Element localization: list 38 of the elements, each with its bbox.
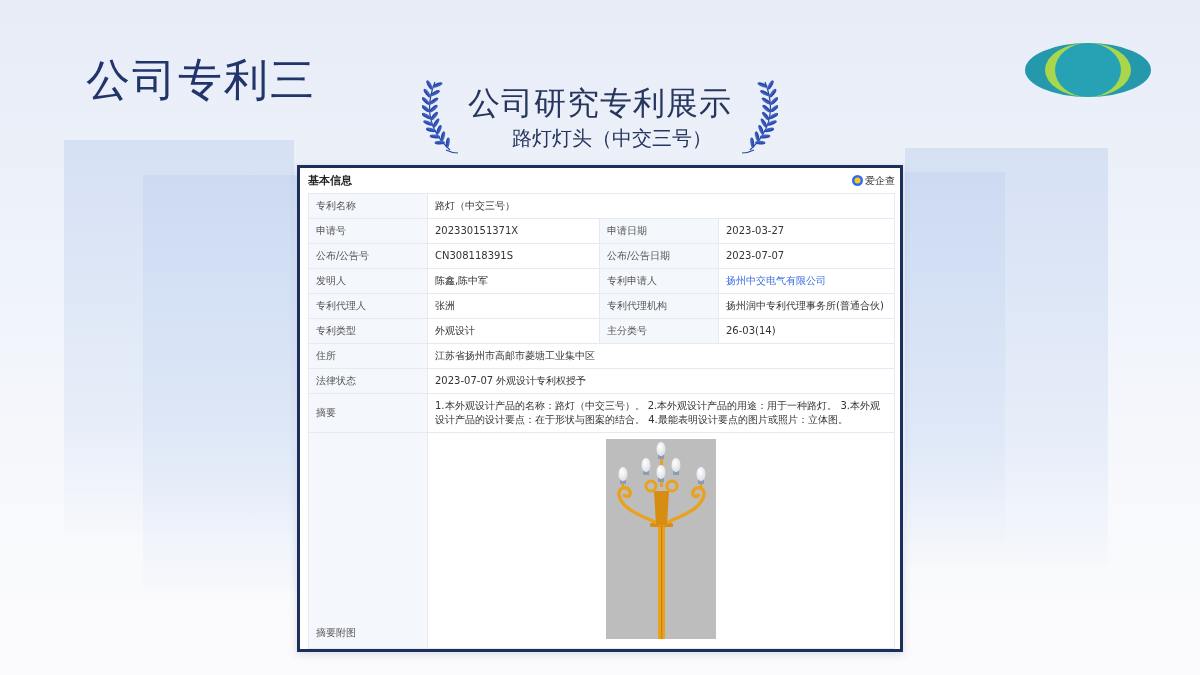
laurel-icon (422, 80, 458, 156)
field-label: 公布/公告日期 (600, 244, 719, 269)
field-label: 公布/公告号 (309, 244, 428, 269)
field-value: 202330151371X (428, 219, 600, 244)
field-label: 发明人 (309, 269, 428, 294)
field-label: 专利代理机构 (600, 294, 719, 319)
field-value: 1.本外观设计产品的名称：路灯（中交三号）。 2.本外观设计产品的用途：用于一种路灯。 3.本外观设计产品的设计要点：在于形状与图案的结合。 4.最能表明设计要点的图片或照片：立体图。 (428, 394, 895, 433)
field-value: 外观设计 (428, 319, 600, 344)
logo-icon (1024, 42, 1152, 98)
field-label: 摘要 (309, 394, 428, 433)
field-label: 专利名称 (309, 194, 428, 219)
banner-title: 公司研究专利展示 (468, 84, 732, 122)
field-label: 申请号 (309, 219, 428, 244)
field-value: 2023-03-27 (719, 219, 895, 244)
field-value: 陈鑫,陈中军 (428, 269, 600, 294)
brand-logo-icon (852, 175, 863, 186)
field-label: 主分类号 (600, 319, 719, 344)
slide-title: 公司专利三 (86, 54, 316, 106)
field-label: 申请日期 (600, 219, 719, 244)
field-label: 专利代理人 (309, 294, 428, 319)
field-label: 住所 (309, 344, 428, 369)
field-value: CN308118391S (428, 244, 600, 269)
field-value: 2023-07-07 外观设计专利权授予 (428, 369, 895, 394)
field-value: 2023-07-07 (719, 244, 895, 269)
field-value: 路灯（中交三号） (428, 194, 895, 219)
banner-subtitle: 路灯灯头（中交三号） (511, 125, 712, 152)
field-value: 扬州润中专利代理事务所(普通合伙) (719, 294, 895, 319)
value-link[interactable]: 扬州中交电气有限公司 (726, 274, 826, 288)
laurel-icon (742, 80, 778, 156)
field-value: 26-03(14) (719, 319, 895, 344)
field-label: 专利申请人 (600, 269, 719, 294)
field-value: 江苏省扬州市高邮市菱塘工业集中区 (428, 344, 895, 369)
field-label: 摘要附图 (309, 433, 428, 649)
field-label: 专利类型 (309, 319, 428, 344)
field-value: 张洲 (428, 294, 600, 319)
section-heading: 基本信息 (308, 173, 352, 188)
brand-name: 爱企查 (865, 173, 895, 188)
field-label: 法律状态 (309, 369, 428, 394)
